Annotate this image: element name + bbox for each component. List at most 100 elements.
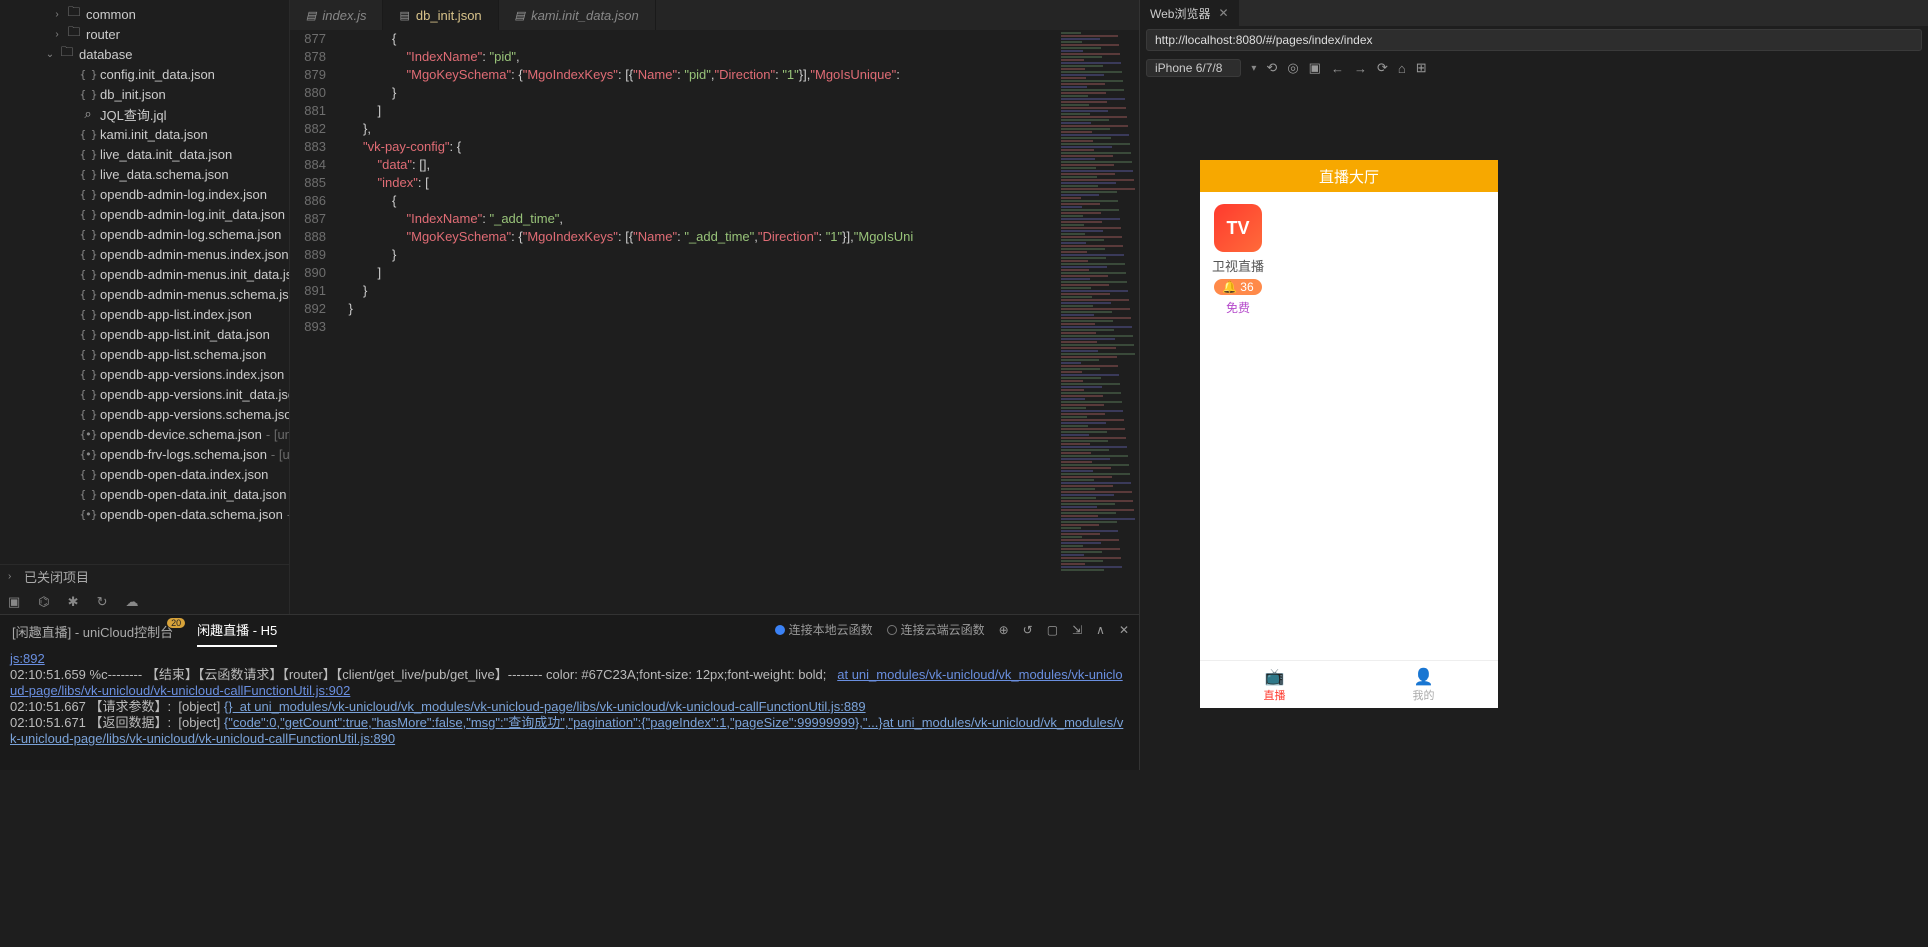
live-channel-card[interactable]: TV 卫视直播 🔔 36 免费 xyxy=(1212,204,1264,316)
card-badge: 🔔 36 xyxy=(1214,279,1261,295)
screenshot-icon[interactable]: ▣ xyxy=(1309,60,1321,76)
line-gutter: 8778788798808818828838848858868878888898… xyxy=(290,30,334,614)
phone-tab-live[interactable]: 📺 直播 xyxy=(1200,661,1349,708)
refresh-icon[interactable]: ⟳ xyxy=(1377,60,1388,76)
file-opendb-open-data.init_data.json[interactable]: { }opendb-open-data.init_data.json xyxy=(0,484,289,504)
console-tab-h5[interactable]: 闲趣直播 - H5 xyxy=(197,620,277,647)
console-close-icon[interactable]: ✕ xyxy=(1119,623,1129,637)
settings-icon[interactable]: ✱ xyxy=(68,594,79,610)
phone-tab-mine[interactable]: 👤 我的 xyxy=(1349,661,1498,708)
phone-tab-label: 我的 xyxy=(1413,687,1435,703)
code-editor: ▤index.js▤db_init.json ▤ kami.init_data.js… xyxy=(289,0,1139,614)
file-icon: { } xyxy=(80,148,96,161)
closed-projects-row[interactable]: › 已关闭项目 xyxy=(0,564,289,588)
console-src-link[interactable]: at uni_modules/vk-unicloud/vk_modules/vk… xyxy=(10,667,1123,698)
file-icon: { } xyxy=(80,188,96,201)
file-db_init.json[interactable]: { }db_init.json xyxy=(0,84,289,104)
radio-local-cloud[interactable]: 连接本地云函数 xyxy=(775,621,873,638)
chevron-down-icon: ▾ xyxy=(1251,63,1256,74)
console-object-link[interactable]: {} xyxy=(224,699,233,714)
phone-page-body[interactable]: TV 卫视直播 🔔 36 免费 xyxy=(1200,192,1498,660)
tv-tab-icon: 📺 xyxy=(1265,667,1285,687)
devtools-toolbar: iPhone 6/7/8 ▾ ⟲ ◎ ▣ ← → ⟳ ⌂ ⊞ xyxy=(1140,54,1928,82)
console-tab-label: 闲趣直播 - H5 xyxy=(197,623,277,638)
file-icon: ▤ xyxy=(515,9,525,22)
user-tab-icon: 👤 xyxy=(1414,667,1434,687)
cloud-icon[interactable]: ☁ xyxy=(125,594,138,610)
file-icon: { } xyxy=(80,228,96,241)
bug-icon[interactable]: ⌬ xyxy=(38,594,49,610)
minimap[interactable] xyxy=(1059,30,1139,614)
radio-remote-cloud[interactable]: 连接云端云函数 xyxy=(887,621,985,638)
file-opendb-admin-log.schema.json[interactable]: { }opendb-admin-log.schema.json xyxy=(0,224,289,244)
file-live_data.init_data.json[interactable]: { }live_data.init_data.json xyxy=(0,144,289,164)
browser-tab[interactable]: Web浏览器 ✕ xyxy=(1140,0,1239,26)
folder-icon: 🗀 xyxy=(66,23,82,45)
file-opendb-app-list.init_data.json[interactable]: { }opendb-app-list.init_data.json xyxy=(0,324,289,344)
file-opendb-open-data.schema.json[interactable]: {•}opendb-open-data.schema.json- [uni- xyxy=(0,504,289,524)
sync-icon[interactable]: ↻ xyxy=(97,594,108,610)
file-live_data.schema.json[interactable]: { }live_data.schema.json xyxy=(0,164,289,184)
file-opendb-app-list.index.json[interactable]: { }opendb-app-list.index.json xyxy=(0,304,289,324)
file-icon: { } xyxy=(80,308,96,321)
file-opendb-frv-logs.schema.json[interactable]: {•}opendb-frv-logs.schema.json- [uni-id- xyxy=(0,444,289,464)
file-icon: { } xyxy=(80,348,96,361)
file-opendb-admin-menus.index.json[interactable]: { }opendb-admin-menus.index.json xyxy=(0,244,289,264)
file-opendb-admin-log.index.json[interactable]: { }opendb-admin-log.index.json xyxy=(0,184,289,204)
folder-database[interactable]: ⌄🗀database xyxy=(0,44,289,64)
folder-icon: 🗀 xyxy=(59,43,75,65)
console-tool-icon[interactable]: ⊕ xyxy=(999,623,1009,637)
phone-tab-label: 直播 xyxy=(1264,687,1286,703)
console-link[interactable]: js:892 xyxy=(10,651,45,666)
file-explorer: ›🗀common›🗀router⌄🗀database{ }config.init… xyxy=(0,0,289,614)
phone-page-title: 直播大厅 xyxy=(1200,160,1498,192)
file-opendb-admin-log.init_data.json[interactable]: { }opendb-admin-log.init_data.json xyxy=(0,204,289,224)
file-opendb-app-list.schema.json[interactable]: { }opendb-app-list.schema.json xyxy=(0,344,289,364)
console-tool-icon[interactable]: ∧ xyxy=(1096,623,1105,637)
folder-common[interactable]: ›🗀common xyxy=(0,4,289,24)
url-input[interactable] xyxy=(1146,29,1922,51)
code-area[interactable]: { "IndexName": "pid", "MgoKeySchema": {"… xyxy=(334,30,1139,614)
file-opendb-admin-menus.schema.json[interactable]: { }opendb-admin-menus.schema.json xyxy=(0,284,289,304)
file-icon: { } xyxy=(80,248,96,261)
editor-tab-index.js[interactable]: ▤index.js xyxy=(290,0,383,30)
file-config.init_data.json[interactable]: { }config.init_data.json xyxy=(0,64,289,84)
forward-icon[interactable]: → xyxy=(1354,61,1367,76)
chevron-icon: › xyxy=(52,9,62,20)
back-icon[interactable]: ← xyxy=(1331,61,1344,76)
browser-tab-label: Web浏览器 xyxy=(1150,5,1210,22)
rotate-icon[interactable]: ⟲ xyxy=(1266,60,1277,76)
file-opendb-app-versions.init_data.json[interactable]: { }opendb-app-versions.init_data.json xyxy=(0,384,289,404)
file-kami.init_data.json[interactable]: { }kami.init_data.json xyxy=(0,124,289,144)
folder-router[interactable]: ›🗀router xyxy=(0,24,289,44)
browser-tabbar: Web浏览器 ✕ xyxy=(1140,0,1928,26)
gear-icon[interactable]: ◎ xyxy=(1287,60,1298,76)
console-tab-unicloud[interactable]: [闲趣直播] - uniCloud控制台 20 xyxy=(12,622,173,647)
file-icon: { } xyxy=(80,88,96,101)
console-src-link[interactable]: at uni_modules/vk-unicloud/vk_modules/vk… xyxy=(233,699,866,714)
close-icon[interactable]: ✕ xyxy=(1218,6,1228,20)
device-select[interactable]: iPhone 6/7/8 xyxy=(1146,59,1241,77)
file-opendb-app-versions.schema.json[interactable]: { }opendb-app-versions.schema.json xyxy=(0,404,289,424)
chevron-right-icon: › xyxy=(8,571,20,582)
file-icon: ▤ xyxy=(306,9,316,22)
home-icon[interactable]: ⌂ xyxy=(1398,61,1406,76)
file-JQL查询.jql[interactable]: ⌕JQL查询.jql xyxy=(0,104,289,124)
console-tool-icon[interactable]: ↺ xyxy=(1023,623,1033,637)
console-tool-icon[interactable]: ⇲ xyxy=(1072,623,1082,637)
terminal-icon[interactable]: ▣ xyxy=(8,594,20,610)
file-icon: { } xyxy=(80,488,96,501)
console-output[interactable]: js:89202:10:51.659 %c-------- 【结束】【云函数请求… xyxy=(0,647,1139,770)
folder-icon: 🗀 xyxy=(66,3,82,25)
console-object-link[interactable]: {"code":0,"getCount":true,"hasMore":fals… xyxy=(224,715,883,730)
tab-label: kami.init_data.json xyxy=(531,8,639,23)
file-opendb-app-versions.index.json[interactable]: { }opendb-app-versions.index.json xyxy=(0,364,289,384)
file-opendb-open-data.index.json[interactable]: { }opendb-open-data.index.json xyxy=(0,464,289,484)
console-tool-icon[interactable]: ▢ xyxy=(1047,623,1058,637)
editor-tab-db_init.json[interactable]: ▤db_init.json xyxy=(383,0,498,30)
file-opendb-device.schema.json[interactable]: {•}opendb-device.schema.json- [uni-id-p xyxy=(0,424,289,444)
console-panel: [闲趣直播] - uniCloud控制台 20 闲趣直播 - H5 连接本地云函… xyxy=(0,614,1139,770)
editor-tab-kami.init_data.json[interactable]: ▤ kami.init_data.json xyxy=(499,0,656,30)
lock-icon[interactable]: ⊞ xyxy=(1416,60,1427,76)
file-opendb-admin-menus.init_data.json[interactable]: { }opendb-admin-menus.init_data.json xyxy=(0,264,289,284)
